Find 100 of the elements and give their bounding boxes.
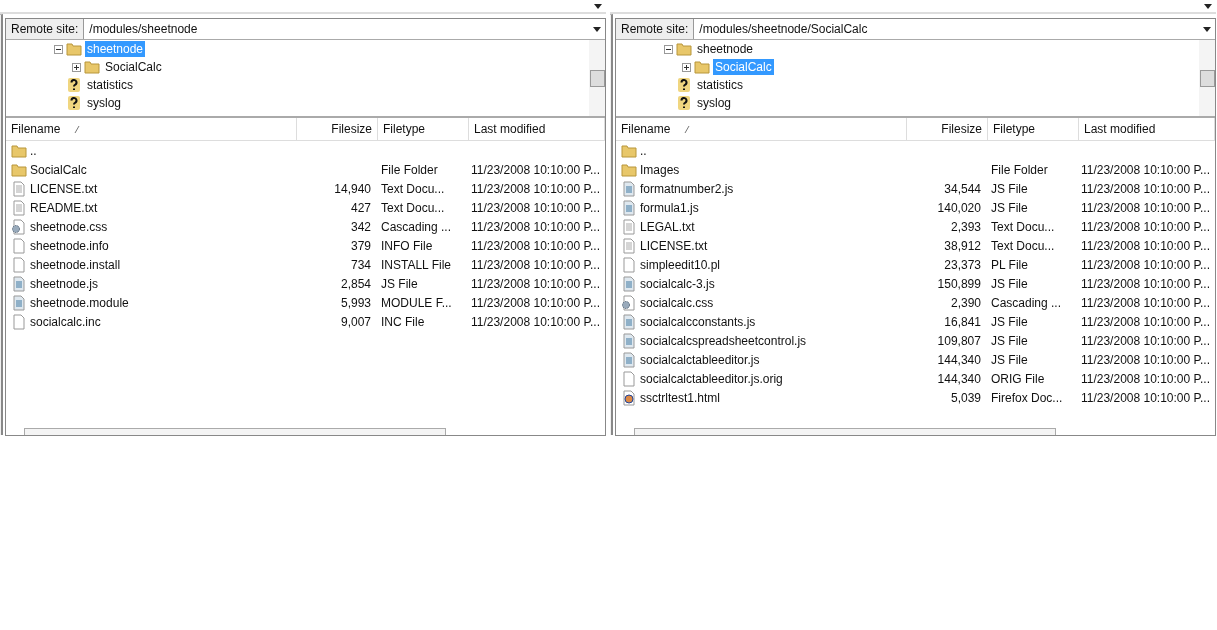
file-type: File Folder — [991, 162, 1048, 177]
remote-site-label: Remote site: — [616, 19, 695, 39]
tree-item[interactable]: SocialCalc — [103, 59, 164, 75]
scrollbar[interactable] — [24, 428, 446, 435]
gear-file-icon — [621, 294, 637, 311]
file-type: JS File — [991, 333, 1028, 348]
file-name[interactable]: sheetnode.css — [30, 219, 108, 234]
text-file-icon — [11, 199, 27, 216]
folder-icon — [84, 59, 100, 75]
file-size: 140,020 — [937, 200, 981, 215]
last-modified: 11/23/2008 10:10:00 P... — [1081, 200, 1210, 215]
file-type: JS File — [991, 276, 1028, 291]
last-modified: 11/23/2008 10:10:00 P... — [1081, 219, 1210, 234]
script-file-icon — [621, 313, 637, 330]
file-name[interactable]: SocialCalc — [30, 162, 87, 177]
tree-item[interactable]: statistics — [85, 77, 135, 93]
file-type: MODULE F... — [381, 295, 452, 310]
file-name[interactable]: sheetnode.js — [30, 276, 99, 291]
column-header[interactable]: Last modified — [469, 118, 605, 140]
tree-item[interactable]: syslog — [85, 95, 123, 111]
file-name[interactable]: sheetnode.info — [30, 238, 109, 253]
column-header[interactable]: Filename — [6, 118, 297, 140]
tree-item[interactable]: statistics — [695, 77, 745, 93]
file-type: Firefox Doc... — [991, 390, 1063, 405]
folder-icon — [66, 41, 82, 57]
text-file-icon — [11, 180, 27, 197]
tree-item[interactable]: syslog — [695, 95, 733, 111]
scrollbar[interactable] — [634, 428, 1056, 435]
file-name[interactable]: README.txt — [30, 200, 98, 215]
file-name[interactable]: LICENSE.txt — [30, 181, 98, 196]
file-size: 2,854 — [340, 276, 371, 291]
file-name[interactable]: LICENSE.txt — [640, 238, 708, 253]
file-type: JS File — [381, 276, 418, 291]
last-modified: 11/23/2008 10:10:00 P... — [1081, 257, 1210, 272]
file-name[interactable]: socialcalcspreadsheetcontrol.js — [640, 333, 807, 348]
file-type: INC File — [381, 314, 425, 329]
column-header[interactable]: Last modified — [1079, 118, 1215, 140]
question-mark-icon — [676, 77, 692, 93]
file-name[interactable]: sheetnode.install — [30, 257, 121, 272]
column-header[interactable]: Filesize — [907, 118, 988, 140]
file-name[interactable]: socialcalcconstants.js — [640, 314, 756, 329]
question-mark-icon — [676, 95, 692, 111]
last-modified: 11/23/2008 10:10:00 P... — [1081, 181, 1210, 196]
file-type: Cascading ... — [991, 295, 1062, 310]
file-name[interactable]: socialcalc-3.js — [640, 276, 715, 291]
column-header[interactable]: Filename — [616, 118, 907, 140]
file-icon — [11, 256, 27, 273]
file-icon — [11, 313, 27, 330]
file-name[interactable]: socialcalctableeditor.js.orig — [640, 371, 783, 386]
text-file-icon — [621, 237, 637, 254]
file-size: 23,373 — [944, 257, 981, 272]
last-modified: 11/23/2008 10:10:00 P... — [1081, 390, 1210, 405]
caret-icon[interactable] — [1204, 3, 1212, 9]
file-name[interactable]: socialcalc.inc — [30, 314, 101, 329]
file-size: 5,993 — [340, 295, 371, 310]
caret-icon[interactable] — [1203, 26, 1211, 32]
expand-icon[interactable] — [72, 62, 81, 72]
file-size: 34,544 — [944, 181, 981, 196]
file-size: 144,340 — [937, 371, 981, 386]
file-name[interactable]: Images — [640, 162, 680, 177]
file-type: Text Docu... — [991, 219, 1055, 234]
file-name[interactable]: socialcalctableeditor.js — [640, 352, 760, 367]
file-type: Text Docu... — [991, 238, 1055, 253]
file-name[interactable]: ssctrltest1.html — [640, 390, 720, 405]
column-header[interactable]: Filetype — [988, 118, 1079, 140]
file-size: 379 — [350, 238, 371, 253]
collapse-icon[interactable] — [664, 44, 673, 54]
file-type: PL File — [991, 257, 1028, 272]
script-file-icon — [621, 180, 637, 197]
tree-item[interactable]: sheetnode — [695, 41, 756, 57]
file-size: 14,940 — [334, 181, 371, 196]
last-modified: 11/23/2008 10:10:00 P... — [471, 257, 600, 272]
column-header[interactable]: Filetype — [378, 118, 469, 140]
caret-icon[interactable] — [593, 26, 601, 32]
column-header[interactable]: Filesize — [297, 118, 378, 140]
scrollbar[interactable] — [1199, 40, 1215, 116]
file-name[interactable]: formula1.js — [640, 200, 699, 215]
expand-icon[interactable] — [682, 62, 691, 72]
last-modified: 11/23/2008 10:10:00 P... — [1081, 333, 1210, 348]
file-type: JS File — [991, 200, 1028, 215]
file-size: 5,039 — [950, 390, 981, 405]
last-modified: 11/23/2008 10:10:00 P... — [471, 162, 600, 177]
folder-icon — [11, 161, 27, 178]
file-type: Text Docu... — [381, 181, 445, 196]
script-file-icon — [11, 294, 27, 311]
last-modified: 11/23/2008 10:10:00 P... — [471, 314, 600, 329]
file-name[interactable]: formatnumber2.js — [640, 181, 734, 196]
file-size: 16,841 — [944, 314, 981, 329]
caret-icon[interactable] — [594, 3, 602, 9]
last-modified: 11/23/2008 10:10:00 P... — [1081, 162, 1210, 177]
last-modified: 11/23/2008 10:10:00 P... — [1081, 314, 1210, 329]
file-name[interactable]: .. — [640, 143, 647, 158]
file-name[interactable]: socialcalc.css — [640, 295, 714, 310]
file-name[interactable]: .. — [30, 143, 37, 158]
file-name[interactable]: LEGAL.txt — [640, 219, 695, 234]
file-name[interactable]: sheetnode.module — [30, 295, 129, 310]
collapse-icon[interactable] — [54, 44, 63, 54]
script-file-icon — [621, 199, 637, 216]
file-name[interactable]: simpleedit10.pl — [640, 257, 721, 272]
scrollbar[interactable] — [589, 40, 605, 116]
